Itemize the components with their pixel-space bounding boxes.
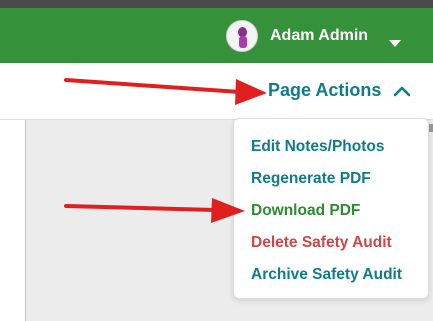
page-actions-toggle[interactable]: Page Actions [268,80,411,101]
page-actions-dropdown: Edit Notes/Photos Regenerate PDF Downloa… [233,118,429,299]
user-name[interactable]: Adam Admin [270,27,368,45]
user-menu[interactable]: Adam Admin [226,20,368,52]
menu-item-edit-notes-photos[interactable]: Edit Notes/Photos [251,138,384,156]
app-header: Adam Admin [0,8,433,63]
menu-item-regenerate-pdf[interactable]: Regenerate PDF [251,170,371,188]
page-actions-label[interactable]: Page Actions [268,80,381,101]
arrow-annotation-page-actions [64,78,267,105]
caret-down-icon[interactable] [389,40,401,47]
menu-item-archive-safety-audit[interactable]: Archive Safety Audit [251,266,402,284]
chevron-up-icon[interactable] [393,85,411,97]
menu-item-delete-safety-audit[interactable]: Delete Safety Audit [251,234,392,252]
user-avatar-icon[interactable] [226,20,258,52]
arrow-annotation-download-pdf [64,198,245,223]
top-strip [0,0,433,8]
menu-item-download-pdf[interactable]: Download PDF [251,202,360,220]
